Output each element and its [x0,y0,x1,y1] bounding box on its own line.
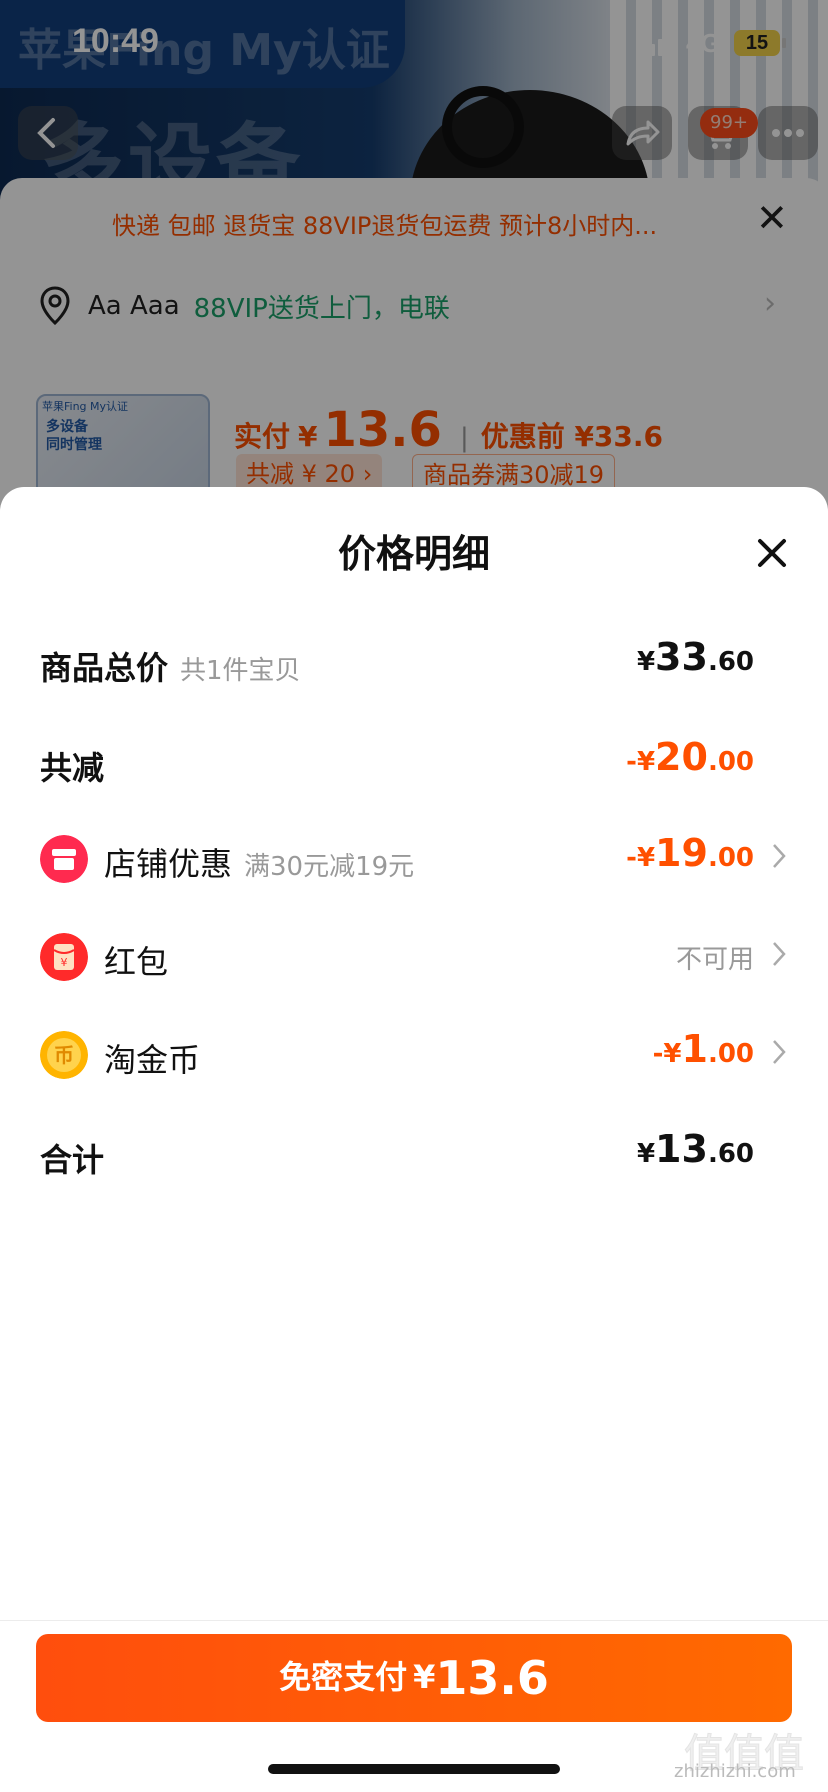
bottom-divider [0,1620,828,1621]
red-packet-icon: ¥ [40,933,88,981]
watermark-site: zhizhizhi.com [674,1761,796,1782]
chevron-right-icon [773,1040,786,1064]
gold-coin-label: 淘金币 [104,1041,201,1079]
gold-coin-icon: 币 [40,1031,88,1079]
total-price-row: 商品总价 共1件宝贝 ¥33.60 [40,635,788,695]
home-indicator[interactable] [268,1764,560,1774]
gold-coin-row[interactable]: 币 淘金币 -¥1.00 [40,1027,788,1087]
discount-total-row: 共减 -¥20.00 [40,735,788,795]
total-price-label: 商品总价 共1件宝贝 [40,649,301,687]
store-discount-rule: 满30元减19元 [244,852,415,882]
sum-label: 合计 [40,1141,105,1179]
pay-button-currency: ¥ [413,1658,436,1696]
sum-amount: ¥13.60 [636,1127,754,1171]
svg-text:币: 币 [54,1043,74,1067]
total-price-amount: ¥33.60 [636,635,754,679]
sum-row: 合计 ¥13.60 [40,1127,788,1187]
store-discount-amount: -¥19.00 [626,831,754,875]
svg-text:¥: ¥ [61,956,68,969]
item-count: 共1件宝贝 [180,656,301,686]
close-icon[interactable] [752,533,792,573]
discount-total-label: 共减 [40,749,105,787]
chevron-right-icon [773,942,786,966]
store-discount-label: 店铺优惠 满30元减19元 [104,845,415,883]
sheet-title: 价格明细 [337,532,490,576]
store-discount-row[interactable]: 店铺优惠 满30元减19元 -¥19.00 [40,831,788,891]
pay-button-amount: 13.6 [435,1651,549,1705]
red-packet-row[interactable]: ¥ 红包 不可用 [40,929,788,989]
pay-button-text: 免密支付 [279,1658,408,1696]
chevron-right-icon [773,844,786,868]
red-packet-label: 红包 [104,943,169,981]
discount-total-amount: -¥20.00 [626,735,754,779]
password-free-pay-button[interactable]: 免密支付 ¥13.6 [36,1634,792,1722]
store-icon [40,835,88,883]
price-detail-sheet: 价格明细 商品总价 共1件宝贝 ¥33.60 共减 -¥20.00 店铺优惠 满30… [0,487,828,1792]
gold-coin-amount: -¥1.00 [652,1027,754,1071]
red-packet-status: 不可用 [675,945,754,975]
